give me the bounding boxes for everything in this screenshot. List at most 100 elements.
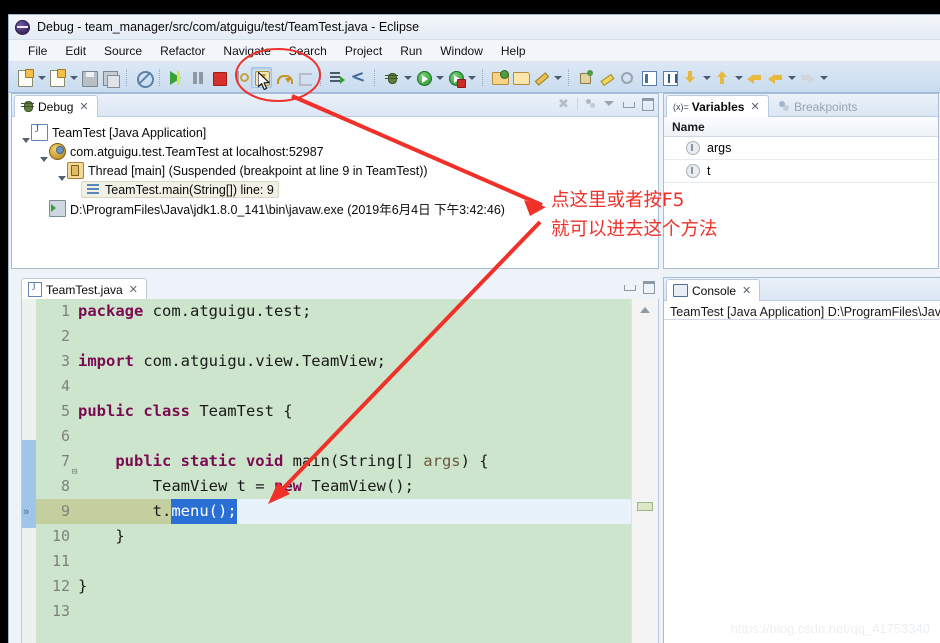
tab-teamtest-java[interactable]: J TeamTest.java ✕ (21, 278, 147, 300)
terminate-button[interactable] (209, 68, 228, 87)
toolbar-separator (320, 68, 322, 86)
new-annotation-dropdown[interactable] (553, 68, 562, 87)
new-wizard-dropdown[interactable] (37, 68, 46, 87)
menu-run[interactable]: Run (391, 44, 431, 58)
save-button[interactable] (80, 68, 99, 87)
tree-row-label: D:\ProgramFiles\Java\jdk1.8.0_141\bin\ja… (70, 203, 505, 217)
back-button[interactable] (766, 68, 785, 87)
close-icon[interactable]: ✕ (79, 100, 88, 113)
toolbar-separator (482, 68, 484, 86)
editor-area[interactable]: 1 package com.atguigu.test; 2 3 import c… (21, 299, 659, 643)
debug-bug-icon (21, 100, 34, 113)
editor-view-toolbar (623, 280, 655, 294)
close-icon[interactable]: ✕ (750, 100, 759, 113)
code-content[interactable]: 1 package com.atguigu.test; 2 3 import c… (36, 299, 632, 643)
eclipse-window: Debug - team_manager/src/com/atguigu/tes… (8, 14, 940, 643)
menu-help[interactable]: Help (492, 44, 535, 58)
selected-stack-frame[interactable]: TeamTest.main(String[]) line: 9 (81, 181, 279, 198)
tab-console[interactable]: Console ✕ (666, 279, 761, 301)
search-button[interactable] (576, 68, 595, 87)
new-package-icon (492, 69, 509, 85)
skip-breakpoints-button[interactable] (133, 66, 158, 92)
console-output: TeamTest [Java Application] D:\ProgramFi… (664, 301, 940, 320)
minimize-icon[interactable] (623, 280, 636, 293)
maximize-icon[interactable] (642, 280, 655, 294)
local-variable-icon (686, 141, 700, 155)
close-icon[interactable]: ✕ (129, 283, 138, 296)
menu-search[interactable]: Search (280, 44, 336, 58)
table-row[interactable]: t (664, 160, 938, 183)
thread-group-icon[interactable] (584, 97, 597, 110)
next-annotation-dropdown[interactable] (702, 68, 711, 87)
tab-breakpoints[interactable]: Breakpoints (772, 95, 866, 117)
table-row[interactable]: args (664, 137, 938, 160)
last-edit-location-button[interactable] (745, 68, 764, 87)
new-java-class-button[interactable] (48, 68, 67, 87)
step-return-button[interactable] (295, 68, 314, 87)
step-over-button[interactable] (274, 68, 293, 87)
coverage-button[interactable] (446, 68, 466, 88)
tab-debug[interactable]: Debug ✕ (14, 95, 98, 117)
run-dropdown[interactable] (435, 68, 444, 87)
new-annotation-button[interactable] (532, 68, 551, 87)
mouse-cursor (258, 72, 270, 91)
save-all-button[interactable] (101, 68, 120, 88)
minimize-icon[interactable] (622, 97, 635, 110)
editor-annotation-ruler[interactable] (22, 299, 36, 643)
debug-dropdown[interactable] (403, 68, 412, 87)
menu-edit[interactable]: Edit (56, 44, 95, 58)
new-wizard-button[interactable] (16, 68, 35, 87)
run-button[interactable] (414, 68, 433, 87)
tree-row-thread[interactable]: Thread [main] (Suspended (breakpoint at … (12, 161, 658, 181)
maximize-icon[interactable] (641, 97, 654, 111)
line-number: 1 (60, 302, 70, 320)
quick-fix-button[interactable] (597, 68, 616, 87)
tab-breakpoints-label: Breakpoints (794, 99, 858, 114)
toggle-block-selection-button[interactable] (639, 68, 658, 87)
debug-button[interactable] (382, 68, 401, 87)
editor-vertical-scrollbar[interactable] (631, 299, 658, 643)
external-tools-button[interactable] (349, 68, 368, 87)
close-icon[interactable]: ✕ (742, 284, 751, 297)
tree-row-target[interactable]: com.atguigu.test.TeamTest at localhost:5… (12, 142, 658, 162)
menu-window[interactable]: Window (431, 44, 492, 58)
suspend-button[interactable] (188, 68, 207, 87)
tree-row-launch[interactable]: TeamTest [Java Application] (12, 123, 658, 143)
line-number: 4 (60, 377, 70, 395)
new-package-button[interactable] (490, 68, 509, 87)
resume-button[interactable] (167, 68, 186, 87)
java-file-icon: J (28, 282, 42, 297)
new-java-class-dropdown[interactable] (69, 68, 78, 87)
menu-source[interactable]: Source (95, 44, 151, 58)
disconnect-button[interactable] (230, 68, 249, 87)
variables-table-header: Name (664, 117, 938, 137)
disconnect-all-icon[interactable]: ✖ (558, 97, 571, 110)
menu-refactor[interactable]: Refactor (151, 44, 214, 58)
view-menu-icon[interactable] (603, 97, 616, 110)
editor-panel: J TeamTest.java ✕ 1 package com.atguigu.… (21, 277, 659, 643)
debug-target-icon (49, 143, 66, 160)
run-last-tool-button[interactable] (328, 68, 347, 87)
code-line: } (115, 527, 125, 545)
previous-annotation-button[interactable] (713, 68, 732, 87)
back-dropdown[interactable] (787, 68, 796, 87)
line-number: 5 (60, 402, 70, 420)
menu-file[interactable]: File (19, 44, 56, 58)
next-annotation-icon (684, 70, 697, 84)
open-type-button[interactable] (511, 68, 530, 87)
next-annotation-button[interactable] (681, 68, 700, 87)
show-whitespace-button[interactable] (660, 68, 679, 87)
step-over-icon (276, 72, 293, 84)
forward-button[interactable] (798, 68, 817, 87)
overview-marker[interactable] (637, 502, 653, 511)
menu-navigate[interactable]: Navigate (214, 44, 279, 58)
scroll-up-arrow-icon[interactable] (640, 307, 650, 313)
suspend-icon (193, 71, 197, 84)
code-lines: 1 package com.atguigu.test; 2 3 import c… (36, 299, 632, 643)
link-button[interactable] (618, 68, 637, 87)
previous-annotation-dropdown[interactable] (734, 68, 743, 87)
forward-dropdown[interactable] (819, 68, 828, 87)
menu-project[interactable]: Project (336, 44, 391, 58)
tab-variables[interactable]: (x)= Variables ✕ (666, 95, 769, 117)
coverage-dropdown[interactable] (467, 68, 476, 87)
